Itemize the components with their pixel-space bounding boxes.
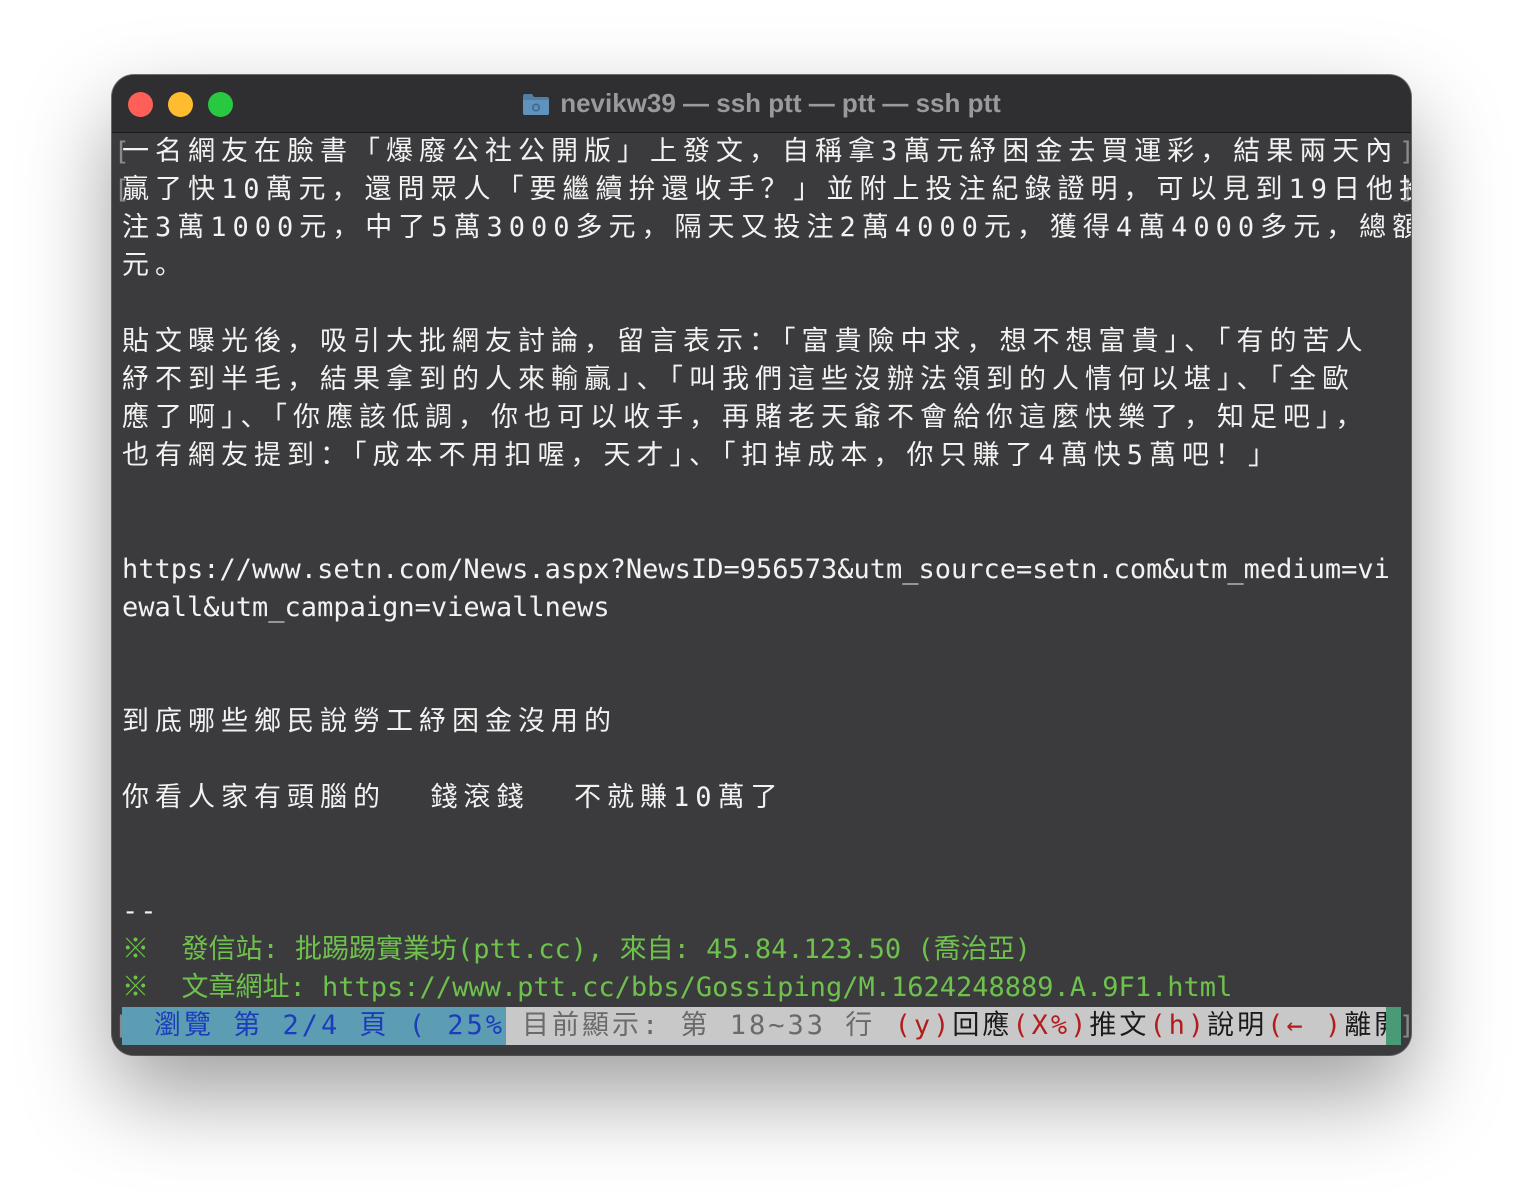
article-line: 也有網友提到：「成本不用扣喔，天才」、「扣掉成本，你只賺了4萬快5萬吧！」 bbox=[122, 440, 1282, 471]
status-commands: 目前顯示: 第 18~33 行 (y)回應(X%)推文(h)說明(← )離開 bbox=[506, 1007, 1401, 1045]
leave-key[interactable]: (← ) bbox=[1267, 1010, 1344, 1041]
article-url-line[interactable]: https://www.setn.com/News.aspx?NewsID=95… bbox=[122, 551, 1390, 589]
article-line: 元。 bbox=[122, 250, 188, 281]
display-range: 目前顯示: 第 18~33 行 bbox=[522, 1010, 895, 1041]
terminal-content[interactable]: [ ] [ ] 一名網友在臉書「爆廢公社公開版」上發文，自稱拿3萬元紓困金去買運… bbox=[112, 133, 1411, 1055]
window-title-area: nevikw39 — ssh ptt — ptt — ssh ptt bbox=[112, 75, 1411, 132]
right-bracket-mark: ] bbox=[1399, 133, 1411, 171]
article-line: 你看人家有頭腦的 錢滾錢 不就賺10萬了 bbox=[122, 782, 784, 813]
signature-origin-line: ※ 發信站: 批踢踢實業坊(ptt.cc), 來自: 45.84.123.50 … bbox=[122, 934, 1031, 965]
status-bar: 瀏覽 第 2/4 頁 ( 25%) 目前顯示: 第 18~33 行 (y)回應(… bbox=[122, 1007, 1401, 1045]
article-url-line[interactable]: ewall&utm_campaign=viewallnews bbox=[122, 589, 610, 627]
terminal-window: nevikw39 — ssh ptt — ptt — ssh ptt [ ] [… bbox=[112, 75, 1411, 1055]
article-line: 注3萬1000元，中了5萬3000多元，隔天又投注2萬4000元，獲得4萬400… bbox=[122, 212, 1411, 243]
article-line: 應了啊」、「你應該低調，你也可以收手，再賭老天爺不會給你這麼快樂了，知足吧」， bbox=[122, 402, 1369, 433]
reply-label[interactable]: 回應 bbox=[952, 1010, 1012, 1041]
article-line: 紓不到半毛，結果拿到的人來輸贏」、「叫我們這些沒辦法領到的人情何以堪」、「全歐 bbox=[122, 364, 1355, 395]
signature-url-line[interactable]: ※ 文章網址: https://www.ptt.cc/bbs/Gossiping… bbox=[122, 969, 1232, 1007]
help-label[interactable]: 說明 bbox=[1207, 1010, 1267, 1041]
push-label[interactable]: 推文 bbox=[1089, 1010, 1149, 1041]
right-bracket-mark: ] bbox=[1399, 1007, 1411, 1045]
article-line: 贏了快10萬元，還問眾人「要繼續拚還收手？」並附上投注紀錄證明，可以見到19日他… bbox=[122, 174, 1411, 205]
article-line: 貼文曝光後，吸引大批網友討論，留言表示：「富貴險中求，想不想富貴」、「有的苦人 bbox=[122, 326, 1369, 357]
reply-key[interactable]: (y) bbox=[895, 1010, 953, 1041]
title-bar[interactable]: nevikw39 — ssh ptt — ptt — ssh ptt bbox=[112, 75, 1411, 133]
window-title: nevikw39 — ssh ptt — ptt — ssh ptt bbox=[560, 88, 1001, 118]
signature-separator: -- bbox=[122, 896, 159, 927]
help-key[interactable]: (h) bbox=[1149, 1010, 1207, 1041]
browse-page-indicator: 瀏覽 第 2/4 頁 ( 25%) bbox=[122, 1007, 521, 1045]
article-line: 到底哪些鄉民說勞工紓困金沒用的 bbox=[122, 706, 617, 737]
push-key[interactable]: (X%) bbox=[1012, 1010, 1089, 1041]
folder-icon bbox=[523, 93, 550, 115]
article-line: 一名網友在臉書「爆廢公社公開版」上發文，自稱拿3萬元紓困金去買運彩，結果兩天內 bbox=[122, 136, 1399, 167]
